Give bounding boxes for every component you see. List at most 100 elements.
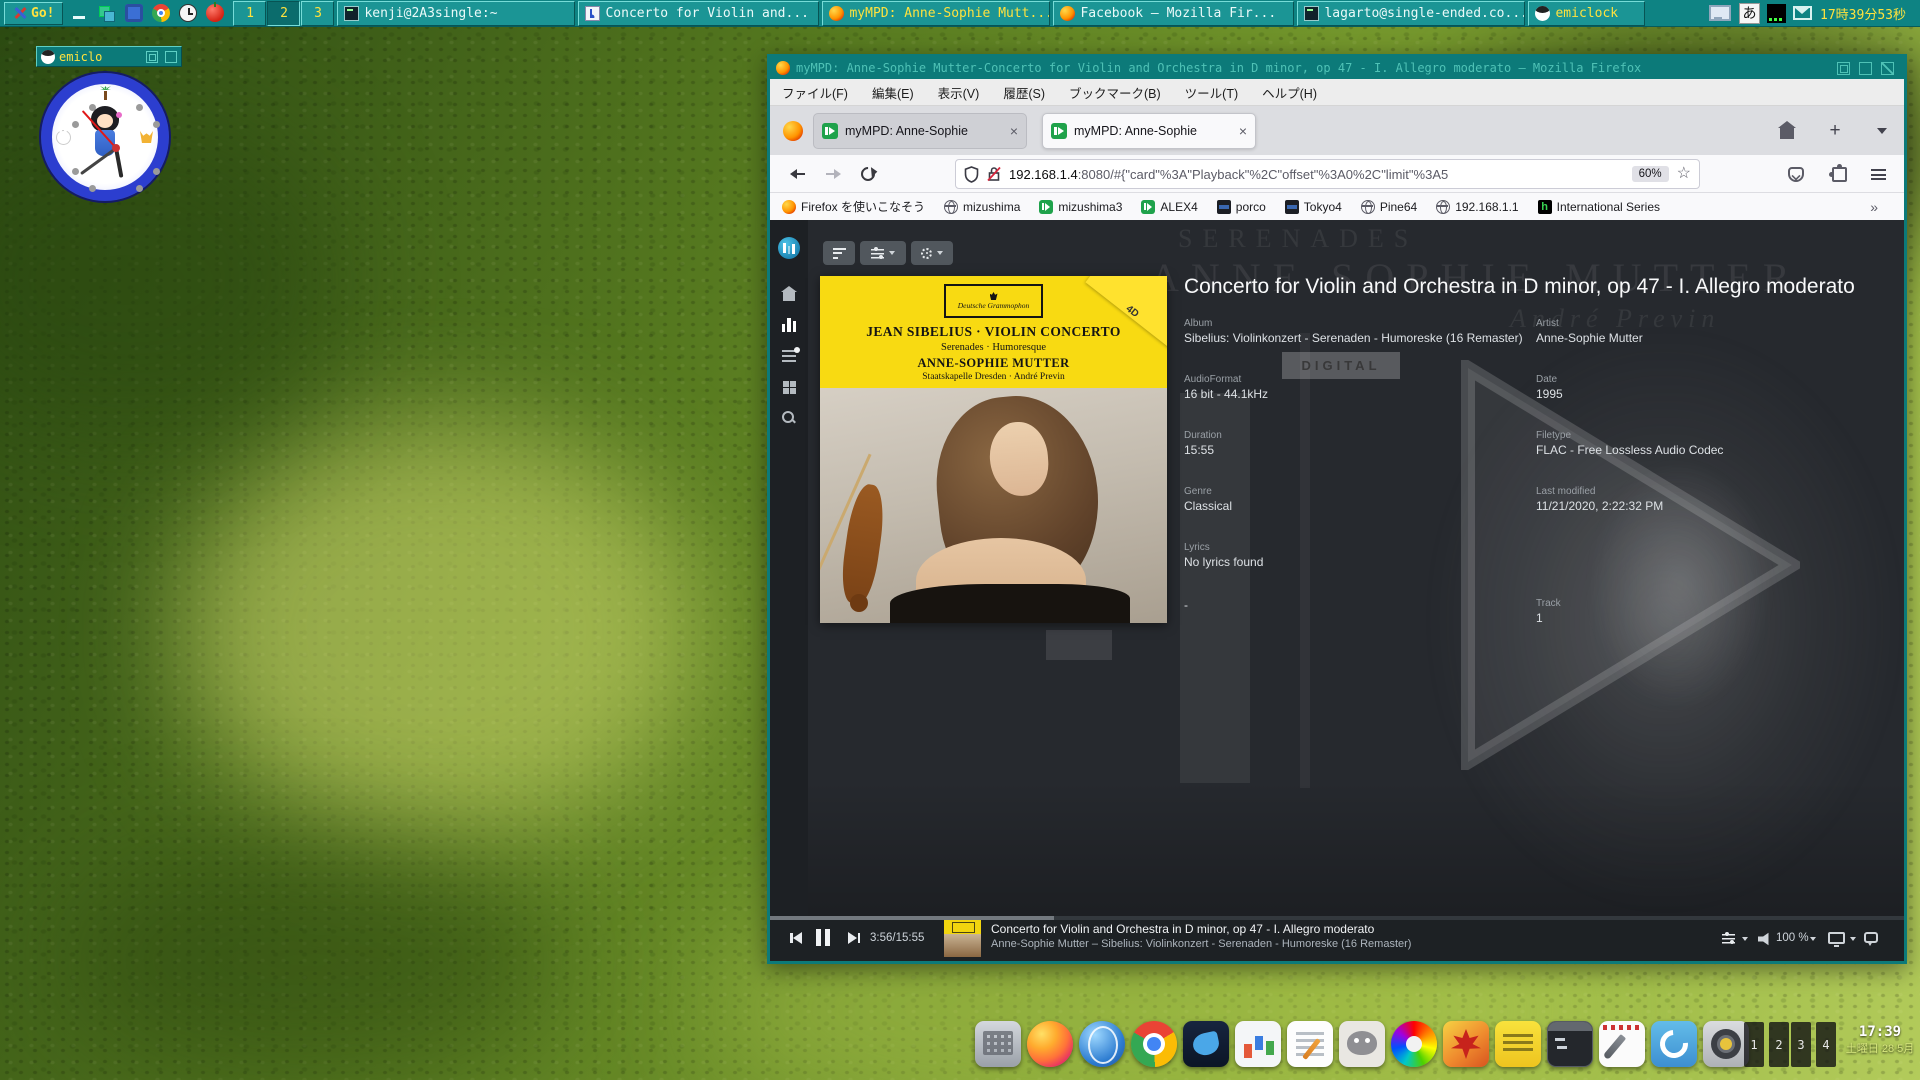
taskbar-window-facebook[interactable]: Facebook — Mozilla Fir...: [1053, 1, 1294, 26]
bookmark-router[interactable]: 192.168.1.1: [1436, 200, 1518, 214]
screenshot-tray-icon[interactable]: [1767, 4, 1786, 23]
workspace-1[interactable]: 1: [233, 1, 266, 26]
sidebar-item-home[interactable]: [777, 282, 801, 306]
menu-tools[interactable]: ツール(T): [1185, 83, 1238, 102]
blue-swirl-icon[interactable]: [1651, 1021, 1697, 1067]
menu-history[interactable]: 履歴(S): [1003, 83, 1045, 102]
thunderbird-icon[interactable]: [1183, 1021, 1229, 1067]
bookmark-firefox-tips[interactable]: Firefox を使いこなそう: [782, 198, 925, 215]
blue-app-icon[interactable]: [125, 4, 143, 22]
yellow-notes-icon[interactable]: [1495, 1021, 1541, 1067]
playback-settings-button[interactable]: [911, 241, 953, 265]
chrome-icon[interactable]: [1131, 1021, 1177, 1067]
sidebar-item-browse[interactable]: [777, 375, 801, 399]
minimize-icon[interactable]: [71, 4, 89, 22]
sidebar-item-search[interactable]: [777, 406, 801, 430]
extensions-button[interactable]: [1829, 164, 1849, 184]
view-settings-button[interactable]: [860, 241, 906, 265]
text-editor-icon[interactable]: [1599, 1021, 1645, 1067]
pager-desktop-3[interactable]: 3: [1791, 1022, 1811, 1067]
close-button[interactable]: [1881, 62, 1894, 75]
output-caret[interactable]: [1850, 937, 1856, 941]
shield-icon[interactable]: [964, 166, 979, 183]
firefox-view-icon[interactable]: [783, 121, 803, 141]
mympd-logo-icon[interactable]: [778, 237, 800, 259]
display-tray-icon[interactable]: [1708, 5, 1732, 22]
web-browser-icon[interactable]: [1079, 1021, 1125, 1067]
tab-list-button[interactable]: [1870, 119, 1894, 143]
apple-icon[interactable]: [206, 4, 224, 22]
workspace-2[interactable]: 2: [267, 1, 300, 26]
url-bar[interactable]: 192.168.1.4:8080/#{"card"%3A"Playback"%2…: [955, 159, 1700, 189]
windows-icon[interactable]: [98, 4, 116, 22]
office-document-icon[interactable]: [1287, 1021, 1333, 1067]
forward-button[interactable]: [822, 164, 842, 184]
back-button[interactable]: [788, 164, 808, 184]
iconify-button[interactable]: [146, 51, 158, 63]
gimp-icon[interactable]: [1339, 1021, 1385, 1067]
menu-bookmarks[interactable]: ブックマーク(B): [1069, 83, 1161, 102]
maximize-button[interactable]: [1859, 62, 1872, 75]
bookmark-tokyo4[interactable]: Tokyo4: [1285, 200, 1342, 214]
insecure-lock-icon[interactable]: [987, 166, 1001, 182]
photo-leaf-icon[interactable]: [1443, 1021, 1489, 1067]
tab-mympd-2[interactable]: myMPD: Anne-Sophie ×: [1042, 113, 1256, 149]
go-menu-button[interactable]: Go!: [4, 2, 63, 25]
bookmark-international-series[interactable]: hInternational Series: [1538, 200, 1660, 214]
settings-caret[interactable]: [1742, 937, 1748, 941]
output-button[interactable]: [1828, 932, 1845, 944]
menu-file[interactable]: ファイル(F): [782, 83, 848, 102]
tab-mympd-1[interactable]: myMPD: Anne-Sophie ×: [813, 113, 1027, 149]
menu-view[interactable]: 表示(V): [938, 83, 980, 102]
clock-icon[interactable]: [179, 4, 197, 22]
taskbar-window-emiclock[interactable]: emiclock: [1528, 1, 1645, 26]
reload-button[interactable]: [858, 164, 878, 184]
tab-close-icon[interactable]: ×: [1239, 123, 1247, 139]
queue-settings-button[interactable]: [1722, 933, 1735, 944]
sidebar-item-playback[interactable]: [777, 313, 801, 337]
new-tab-button[interactable]: +: [1823, 119, 1847, 143]
tab-close-icon[interactable]: ×: [1010, 123, 1018, 139]
maximize-button[interactable]: [165, 51, 177, 63]
seek-bar[interactable]: [770, 916, 1904, 920]
ime-tray-icon[interactable]: あ: [1739, 3, 1760, 24]
lyrics-button[interactable]: [1864, 932, 1878, 943]
bookmark-star-icon[interactable]: ☆: [1677, 166, 1691, 182]
workspace-3[interactable]: 3: [301, 1, 334, 26]
volume-caret[interactable]: [1810, 937, 1816, 941]
pager-desktop-4[interactable]: 4: [1816, 1022, 1836, 1067]
bookmark-mizushima[interactable]: mizushima: [944, 200, 1020, 214]
taskbar-window-mympd[interactable]: myMPD: Anne-Sophie Mutt...: [822, 1, 1050, 26]
bookmark-alex4[interactable]: ALEX4: [1141, 200, 1197, 214]
pager-desktop-1[interactable]: 1: [1744, 1022, 1764, 1067]
firefox-icon[interactable]: [1027, 1021, 1073, 1067]
pocket-button[interactable]: [1786, 164, 1806, 184]
emiclock-titlebar[interactable]: emiclo: [36, 46, 182, 67]
taskbar-window-concerto[interactable]: Concerto for Violin and...: [578, 1, 819, 26]
pause-button[interactable]: [816, 929, 830, 946]
bookmarks-overflow-chevron[interactable]: »: [1870, 199, 1878, 215]
terminal-icon[interactable]: [1547, 1021, 1593, 1067]
camera-lens-icon[interactable]: [1703, 1021, 1749, 1067]
queue-sort-button[interactable]: [823, 241, 855, 265]
home-button[interactable]: [1775, 119, 1799, 143]
keyboard-input-icon[interactable]: [975, 1021, 1021, 1067]
app-menu-button[interactable]: [1868, 164, 1888, 184]
menu-edit[interactable]: 編集(E): [872, 83, 914, 102]
zoom-level-badge[interactable]: 60%: [1632, 166, 1669, 182]
chrome-icon[interactable]: [152, 4, 170, 22]
bar-chart-icon[interactable]: [1235, 1021, 1281, 1067]
mail-tray-icon[interactable]: [1793, 6, 1812, 20]
previous-button[interactable]: [790, 932, 802, 944]
bookmark-pine64[interactable]: Pine64: [1361, 200, 1417, 214]
volume-button[interactable]: [1758, 932, 1773, 946]
bookmark-mizushima3[interactable]: mizushima3: [1039, 200, 1122, 214]
menu-help[interactable]: ヘルプ(H): [1262, 83, 1317, 102]
window-titlebar[interactable]: myMPD: Anne-Sophie Mutter-Concerto for V…: [770, 57, 1904, 79]
iconify-button[interactable]: [1837, 62, 1850, 75]
pager-desktop-2[interactable]: 2: [1769, 1022, 1789, 1067]
taskbar-window-lagarto[interactable]: lagarto@single-ended.co...: [1297, 1, 1525, 26]
next-button[interactable]: [848, 932, 860, 944]
bookmark-porco[interactable]: porco: [1217, 200, 1266, 214]
taskbar-window-terminal[interactable]: kenji@2A3single:~: [337, 1, 575, 26]
